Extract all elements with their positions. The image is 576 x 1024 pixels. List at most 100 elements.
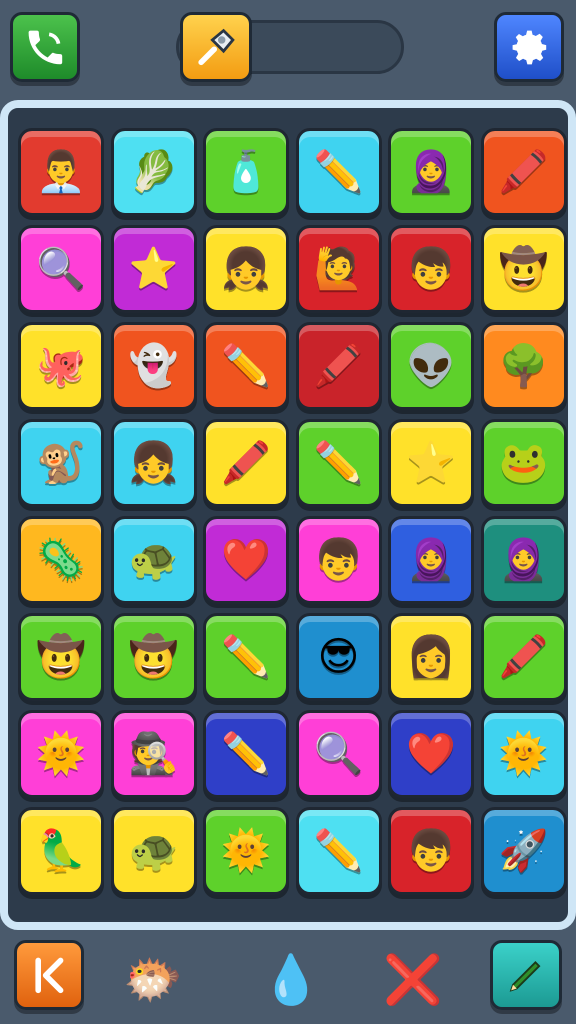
- tool-button[interactable]: [180, 12, 252, 82]
- green-pencil-icon: [509, 960, 541, 992]
- back-icon: [34, 957, 63, 993]
- hijab-girl-teal-icon: 🧕: [498, 537, 549, 583]
- tile-green-germ[interactable]: 🦠: [18, 516, 104, 604]
- tile-red-heart[interactable]: ❤️: [203, 516, 289, 604]
- magnifier-icon: 🔍: [36, 246, 86, 292]
- tile-purple-pencil[interactable]: 🖍️: [295, 322, 382, 410]
- settings-button[interactable]: [494, 12, 564, 82]
- gear-icon: [512, 30, 547, 64]
- tile-boy-bear-ears[interactable]: 👦: [388, 225, 474, 313]
- red-pencil-icon: 🖍️: [221, 440, 271, 486]
- purple-pencil-icon: 🖍️: [313, 343, 364, 389]
- tile-hijab-girl[interactable]: 🧕: [388, 128, 474, 216]
- tile-blue-pencil[interactable]: ✏️: [295, 128, 382, 216]
- tile-orange-sun[interactable]: 🌞: [203, 807, 289, 895]
- tile-orange-pencil[interactable]: 🖍️: [480, 613, 567, 701]
- tile-boy-green-hat[interactable]: 🤠: [110, 613, 197, 701]
- tile-rocket[interactable]: 🚀: [480, 807, 567, 895]
- tile-green-pencil[interactable]: ✏️: [295, 419, 382, 507]
- tile-orange-sun[interactable]: 🌞: [480, 710, 567, 798]
- tile-boy-hat-glasses[interactable]: 🕵️: [110, 710, 197, 798]
- call-button[interactable]: [10, 12, 80, 82]
- tile-girl-waving[interactable]: 🙋: [295, 225, 382, 313]
- tile-green-creature[interactable]: 🐸: [480, 419, 567, 507]
- tile-red-octopus[interactable]: 🐙: [18, 322, 104, 410]
- green-turtle-icon: 🐢: [128, 828, 179, 874]
- tile-magnifier[interactable]: 🔍: [18, 225, 104, 313]
- captain-sunglasses-icon: 😎: [317, 634, 360, 680]
- white-ghost-icon: 👻: [128, 343, 179, 389]
- tile-yellow-pencil[interactable]: ✏️: [203, 710, 289, 798]
- red-heart-icon: ❤️: [221, 537, 271, 583]
- tile-red-star[interactable]: ⭐: [388, 419, 474, 507]
- orange-star-icon: ⭐: [128, 246, 179, 292]
- hijab-girl-waving-icon: 🧕: [406, 537, 456, 583]
- tile-red-pencil[interactable]: 🖍️: [480, 128, 567, 216]
- back-button[interactable]: [14, 940, 84, 1010]
- tile-hijab-girl-waving[interactable]: 🧕: [388, 516, 474, 604]
- orange-sun-icon: 🌞: [498, 731, 549, 777]
- green-germ-icon: 🦠: [36, 537, 86, 583]
- sun-face-icon: 🌞: [36, 731, 86, 777]
- green-alien-icon: 👽: [406, 343, 456, 389]
- blue-pencil-icon: ✏️: [313, 149, 364, 195]
- phone-icon: [28, 30, 62, 64]
- tile-girl-black-hair[interactable]: 👩: [388, 613, 474, 701]
- pink-magnifier-icon: 🔍: [313, 731, 364, 777]
- tile-vegetable-bundle[interactable]: 🥬: [110, 128, 197, 216]
- boy-bear-ears-icon: 👦: [406, 246, 456, 292]
- girl-waving-icon: 🙋: [313, 246, 364, 292]
- tile-grey-monkey[interactable]: 🐒: [18, 419, 104, 507]
- orange-sun-icon: 🌞: [221, 828, 271, 874]
- blue-pencil-icon: ✏️: [221, 634, 271, 680]
- boy-brown-hat-icon: 🤠: [36, 634, 86, 680]
- red-heart-icon: ❤️: [406, 731, 456, 777]
- tile-blue-pencil[interactable]: ✏️: [203, 613, 289, 701]
- tile-blonde-girl[interactable]: 👧: [203, 225, 289, 313]
- tile-boy-green-hat[interactable]: 🤠: [480, 225, 567, 313]
- blue-pencil-icon: ✏️: [313, 828, 364, 874]
- tile-green-alien[interactable]: 👽: [388, 322, 474, 410]
- tile-green-turtle[interactable]: 🐢: [110, 516, 197, 604]
- tile-yellow-cup[interactable]: 🧴: [203, 128, 289, 216]
- tile-blue-pencil[interactable]: ✏️: [203, 322, 289, 410]
- yellow-cup-icon: 🧴: [221, 149, 271, 195]
- boy-green-hat-icon: 🤠: [128, 634, 179, 680]
- blue-creature-icon[interactable]: 🐡: [118, 944, 188, 1014]
- green-pencil-icon: ✏️: [313, 440, 364, 486]
- tile-blue-pencil[interactable]: ✏️: [295, 807, 382, 895]
- tile-hijab-girl-teal[interactable]: 🧕: [480, 516, 567, 604]
- tile-captain-sunglasses[interactable]: 😎: [295, 613, 382, 701]
- orange-pencil-icon: 🖍️: [498, 634, 549, 680]
- crossed-pencil-icon[interactable]: ❌: [378, 944, 448, 1014]
- tile-white-ghost[interactable]: 👻: [110, 322, 197, 410]
- tile-girl-buns[interactable]: 👧: [110, 419, 197, 507]
- tile-boy-smiling[interactable]: 👦: [295, 516, 382, 604]
- tile-red-heart[interactable]: ❤️: [388, 710, 474, 798]
- tile-red-pencil[interactable]: 🖍️: [203, 419, 289, 507]
- boy-smiling-icon: 👦: [313, 537, 364, 583]
- blue-drop-icon[interactable]: 💧: [256, 944, 326, 1014]
- green-turtle-icon: 🐢: [128, 537, 179, 583]
- girl-buns-icon: 👧: [128, 440, 179, 486]
- tile-boy-bear-ears[interactable]: 👦: [388, 807, 474, 895]
- red-octopus-icon: 🐙: [36, 343, 86, 389]
- green-parrot-icon: 🦜: [36, 828, 86, 874]
- tile-green-tree[interactable]: 🌳: [480, 322, 567, 410]
- tile-orange-star[interactable]: ⭐: [110, 225, 197, 313]
- tile-pink-magnifier[interactable]: 🔍: [295, 710, 382, 798]
- tile-boy-in-suit[interactable]: 👨‍💼: [18, 128, 104, 216]
- tile-grid: 👨‍💼 🥬 🧴 ✏️ 🧕 🖍️ 🔍 ⭐ 👧 🙋 👦 🤠 🐙 👻 ✏️ 🖍️ 👽 🌳 🐒 👧 🖍️ ✏️ ⭐ 🐸 🦠 🐢 ❤️ 👦 🧕 🧕 🤠…: [18, 128, 574, 1010]
- tile-green-turtle[interactable]: 🐢: [110, 807, 197, 895]
- trowel-icon: [198, 28, 235, 65]
- red-pencil-icon: 🖍️: [498, 149, 549, 195]
- tile-boy-brown-hat[interactable]: 🤠: [18, 613, 104, 701]
- tile-sun-face[interactable]: 🌞: [18, 710, 104, 798]
- tile-green-parrot[interactable]: 🦜: [18, 807, 104, 895]
- grey-monkey-icon: 🐒: [36, 440, 86, 486]
- pencil-button[interactable]: [490, 940, 562, 1010]
- girl-black-hair-icon: 👩: [406, 634, 456, 680]
- yellow-pencil-icon: ✏️: [221, 731, 271, 777]
- red-star-icon: ⭐: [406, 440, 456, 486]
- rocket-icon: 🚀: [498, 828, 549, 874]
